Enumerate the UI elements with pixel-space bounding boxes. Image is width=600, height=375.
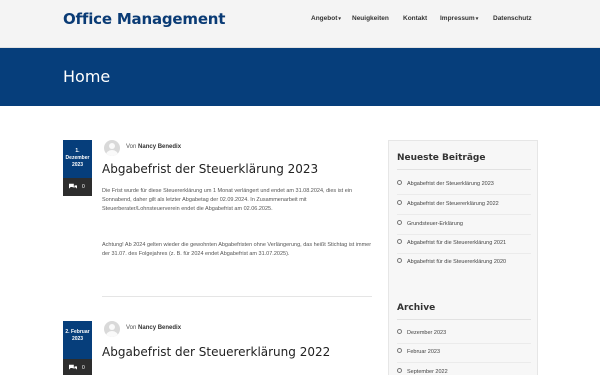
chevron-down-icon: ▾	[338, 16, 341, 22]
post-paragraph: Die Frist wurde für diese Steuererklärun…	[102, 188, 353, 212]
circle-bullet-icon	[397, 329, 402, 335]
date-day-month: 2. Februar	[65, 329, 90, 335]
recent-post-link[interactable]: Grundsteuer-Erklärung	[397, 219, 531, 229]
date-year: 2023	[71, 336, 84, 342]
post-author: Von Nancy Benedix	[126, 325, 181, 331]
archive-link[interactable]: September 2022	[397, 367, 531, 375]
blog-post: 1. Dezember 2023 0 Von Nancy Benedix Abg…	[63, 140, 373, 290]
comment-count: 0	[82, 184, 85, 190]
date-day: 1.	[75, 148, 80, 154]
author-prefix: Von	[126, 144, 137, 150]
comments-icon	[69, 183, 77, 189]
avatar	[104, 321, 120, 337]
circle-bullet-icon	[397, 258, 402, 264]
circle-bullet-icon	[397, 220, 402, 226]
author-link[interactable]: Nancy Benedix	[138, 144, 181, 150]
recent-post-link[interactable]: Abgabefrist der Steuerklärung 2023	[397, 179, 531, 189]
post-paragraph: Achtung! Ab 2024 gelten wieder die gewoh…	[102, 242, 372, 257]
post-divider	[102, 296, 372, 297]
circle-bullet-icon	[397, 239, 402, 245]
nav-item-impressum[interactable]: Impressum▾	[440, 15, 478, 22]
blog-post: 2. Februar 2023 0 Von Nancy Benedix Abga…	[63, 321, 373, 375]
post-date-badge: 2. Februar 2023	[63, 321, 92, 359]
author-link[interactable]: Nancy Benedix	[138, 325, 181, 331]
comment-count: 0	[82, 365, 85, 371]
post-title[interactable]: Abgabefrist der Steuerklärung 2023	[102, 162, 318, 176]
archive-title: Archive	[397, 303, 436, 313]
comment-count-badge[interactable]: 0	[63, 359, 92, 375]
chevron-down-icon: ▾	[475, 16, 479, 22]
recent-post-link[interactable]: Abgabefrist für die Steuererklärung 2021	[397, 238, 531, 248]
comments-icon	[69, 364, 77, 370]
nav-label: Impressum	[440, 15, 475, 22]
archive-link[interactable]: Februar 2023	[397, 347, 531, 357]
post-author: Von Nancy Benedix	[126, 144, 181, 150]
recent-posts-title: Neueste Beiträge	[397, 153, 486, 163]
nav-label: Neuigkeiten	[352, 15, 389, 22]
circle-bullet-icon	[397, 348, 402, 354]
date-month: Dezember	[65, 155, 90, 161]
circle-bullet-icon	[397, 368, 402, 374]
comment-count-badge[interactable]: 0	[63, 178, 92, 196]
avatar	[104, 140, 120, 156]
circle-bullet-icon	[397, 180, 402, 186]
nav-label: Datenschutz	[493, 15, 532, 22]
nav-label: Kontakt	[403, 15, 428, 22]
top-navbar: Office Management Angebot▾ Neuigkeiten K…	[0, 0, 600, 48]
archive-link[interactable]: Dezember 2023	[397, 328, 531, 338]
nav-item-kontakt[interactable]: Kontakt	[403, 15, 427, 22]
author-prefix: Von	[126, 325, 137, 331]
post-date-badge: 1. Dezember 2023	[63, 140, 92, 178]
recent-post-link[interactable]: Abgabefrist für die Steuererklärung 2020	[397, 257, 531, 267]
site-brand[interactable]: Office Management	[63, 10, 225, 28]
nav-item-datenschutz[interactable]: Datenschutz	[493, 15, 532, 22]
sidebar: Neueste Beiträge Abgabefrist der Steuerk…	[388, 140, 538, 375]
date-year: 2023	[71, 162, 84, 168]
nav-label: Angebot	[311, 15, 338, 22]
page-title: Home	[63, 67, 111, 86]
nav-item-angebot[interactable]: Angebot▾	[311, 15, 341, 22]
post-title[interactable]: Abgabefrist der Steuererklärung 2022	[102, 345, 330, 359]
recent-post-link[interactable]: Abgabefrist der Steuererklärung 2022	[397, 199, 531, 209]
widget-divider	[397, 169, 531, 170]
circle-bullet-icon	[397, 200, 402, 206]
page-banner: Home	[0, 48, 600, 106]
widget-divider	[397, 319, 531, 320]
nav-item-neuigkeiten[interactable]: Neuigkeiten	[352, 15, 389, 22]
